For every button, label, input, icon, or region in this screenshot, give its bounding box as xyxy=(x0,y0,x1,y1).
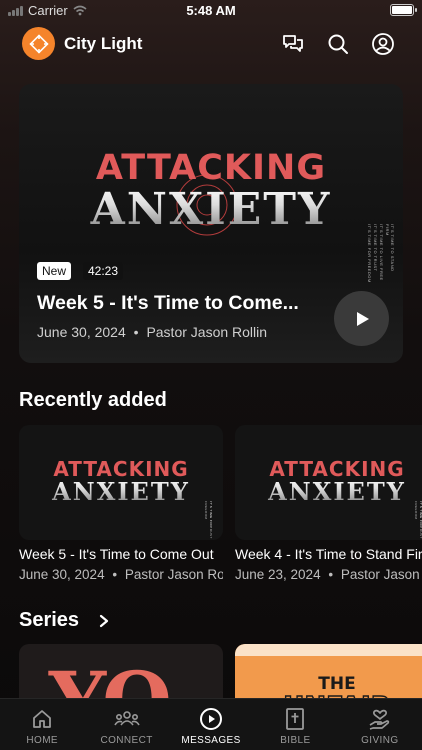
recent-message-card[interactable]: ATTACKING ANXIETY IT'S TIME FOR FREEDOM … xyxy=(19,425,223,582)
chat-icon[interactable] xyxy=(280,31,306,57)
thumb-side-text: IT'S TIME TO TRUST xyxy=(419,501,422,539)
art-side-text-1: IT'S TIME FOR FREEDOM xyxy=(367,224,372,283)
chevron-right-icon xyxy=(99,614,108,627)
battery-icon xyxy=(390,4,417,16)
series-art-text: THE xyxy=(318,674,356,694)
new-badge: New xyxy=(37,262,72,280)
art-side-text-2: IT'S TIME TO TRUST xyxy=(373,224,378,272)
duration-badge: 42:23 xyxy=(83,262,124,280)
recent-thumbnail: ATTACKING ANXIETY IT'S TIME FOR FREEDOM … xyxy=(19,425,223,540)
play-icon xyxy=(356,311,369,326)
tab-label: HOME xyxy=(26,735,58,746)
recent-title: Week 5 - It's Time to Come Out xyxy=(19,546,214,562)
meta-separator: • xyxy=(112,567,118,582)
thumb-side-text: IT'S TIME TO TRUST xyxy=(209,501,213,539)
tab-label: GIVING xyxy=(361,735,399,746)
meta-separator: • xyxy=(133,324,139,340)
recent-speaker: Pastor Jason Rollin xyxy=(340,567,422,582)
recent-meta: June 30, 2024 • Pastor Jason Rollin xyxy=(19,567,223,582)
featured-message-card[interactable]: ATTACKING ANXIETY IT'S TIME FOR FREEDOM … xyxy=(19,84,403,363)
series-heading[interactable]: Series xyxy=(19,609,109,632)
recent-meta: June 23, 2024 • Pastor Jason Rollin xyxy=(235,567,422,582)
giving-icon xyxy=(368,707,392,731)
tab-home[interactable]: HOME xyxy=(0,699,84,750)
series-art-strip xyxy=(235,644,422,656)
art-title-bottom: ANXIETY xyxy=(19,184,403,235)
search-icon[interactable] xyxy=(325,31,351,57)
art-side-text-3: IT'S TIME TO LIVE FREE xyxy=(379,224,384,281)
art-title-top: ATTACKING xyxy=(95,148,327,188)
bottom-tab-bar: HOME CONNECT MESSAGES BIBLE GIVING xyxy=(0,698,422,750)
series-heading-label: Series xyxy=(19,609,80,631)
play-circle-icon xyxy=(199,707,223,731)
clock: 5:48 AM xyxy=(186,3,236,18)
recent-speaker: Pastor Jason Rollin xyxy=(124,567,223,582)
featured-date: June 30, 2024 xyxy=(37,324,126,340)
status-bar: Carrier 5:48 AM xyxy=(0,0,422,22)
recent-thumbnail: ATTACKING ANXIETY IT'S TIME FOR FREEDOM … xyxy=(235,425,422,540)
tab-messages[interactable]: MESSAGES xyxy=(169,699,253,750)
recent-date: June 30, 2024 xyxy=(19,567,105,582)
tab-giving[interactable]: GIVING xyxy=(338,699,422,750)
recent-date: June 23, 2024 xyxy=(235,567,321,582)
recent-message-card[interactable]: ATTACKING ANXIETY IT'S TIME FOR FREEDOM … xyxy=(235,425,422,582)
people-icon xyxy=(113,707,140,731)
tab-bible[interactable]: BIBLE xyxy=(253,699,337,750)
bible-icon xyxy=(285,707,305,731)
featured-artwork: ATTACKING ANXIETY IT'S TIME FOR FREEDOM … xyxy=(19,84,403,284)
app-title: City Light xyxy=(64,34,143,53)
logo-icon[interactable] xyxy=(22,27,55,60)
play-button[interactable] xyxy=(334,291,389,346)
account-icon[interactable] xyxy=(370,31,396,57)
app-screen: Carrier 5:48 AM City Light ATTACKING ANX… xyxy=(0,0,422,750)
featured-title: Week 5 - It's Time to Come... xyxy=(37,292,299,314)
tab-label: CONNECT xyxy=(100,735,153,746)
home-icon xyxy=(31,707,53,731)
thumb-title-bottom: ANXIETY xyxy=(19,477,223,506)
tab-label: BIBLE xyxy=(280,735,311,746)
featured-speaker: Pastor Jason Rollin xyxy=(146,324,268,340)
tab-label: MESSAGES xyxy=(181,735,241,746)
recently-added-heading: Recently added xyxy=(19,389,167,411)
recent-title: Week 4 - It's Time to Stand Firm xyxy=(235,546,422,562)
featured-meta: June 30, 2024 • Pastor Jason Rollin xyxy=(37,324,267,340)
tab-connect[interactable]: CONNECT xyxy=(84,699,168,750)
art-side-text-4: IT'S TIME TO STAND FIRM xyxy=(385,224,395,272)
thumb-title-bottom: ANXIETY xyxy=(235,477,422,506)
top-header: City Light xyxy=(0,26,422,62)
meta-separator: • xyxy=(328,567,334,582)
